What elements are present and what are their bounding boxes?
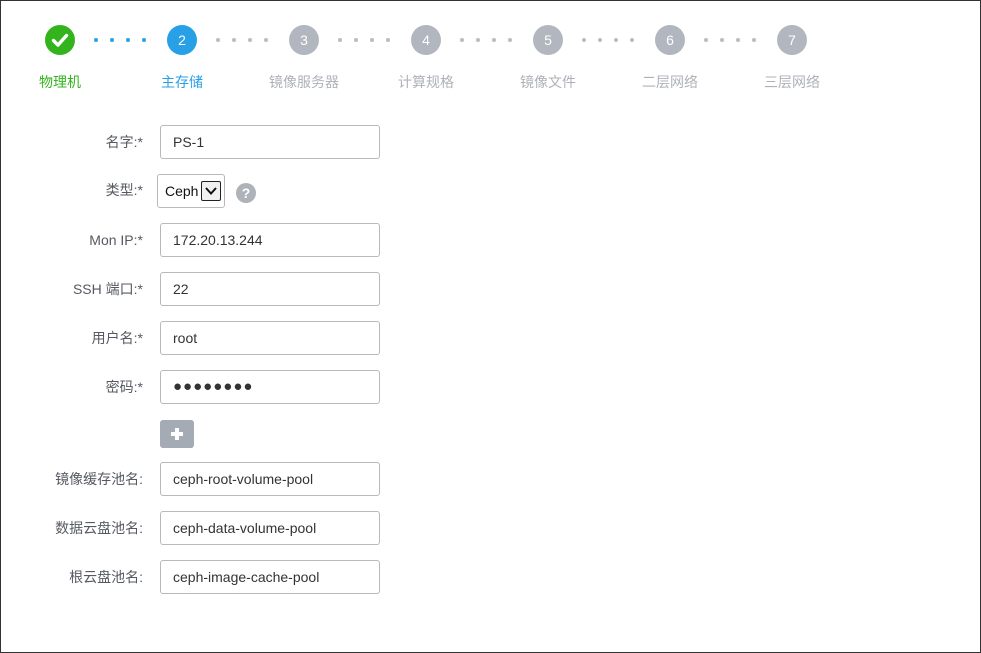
mon-ip-label: Mon IP:* [89,232,143,248]
type-select-value: Ceph [165,183,199,199]
step-3-circle: 3 [289,25,319,55]
root-volume-pool-row: 根云盘池名: [1,560,601,594]
step-5-circle: 5 [533,25,563,55]
step-4-compute-offering[interactable]: 4 计算规格 [365,25,487,92]
step-3-label: 镜像服务器 [269,74,339,90]
username-row: 用户名:* [1,321,601,355]
name-label: 名字:* [105,134,143,150]
step-7-label: 三层网络 [764,74,820,90]
step-5-label: 镜像文件 [520,74,576,90]
step-7-circle: 7 [777,25,807,55]
password-label: 密码:* [105,379,143,395]
mon-ip-row: Mon IP:* [1,223,601,257]
username-label: 用户名:* [91,330,143,346]
step-4-label: 计算规格 [398,74,454,90]
required-mark: * [137,232,143,248]
type-label: 类型:* [105,182,143,198]
password-row: 密码:* ●●●●●●●● [1,370,601,404]
image-cache-pool-input[interactable] [160,462,380,496]
ssh-port-input[interactable] [160,272,380,306]
wizard-window: 物理机 2 主存储 3 镜像服务器 4 计算规格 5 镜像文件 6 二层网络 7 [0,0,981,653]
root-volume-pool-input[interactable] [160,560,380,594]
image-cache-pool-label: 镜像缓存池名: [55,471,143,487]
step-5-image-file[interactable]: 5 镜像文件 [487,25,609,92]
step-7-l3-network[interactable]: 7 三层网络 [731,25,853,92]
step-6-l2-network[interactable]: 6 二层网络 [609,25,731,92]
chevron-down-icon [201,181,221,201]
data-volume-pool-input[interactable] [160,511,380,545]
image-cache-pool-row: 镜像缓存池名: [1,462,601,496]
check-icon [51,33,69,47]
step-2-circle: 2 [167,25,197,55]
step-1-physical-host[interactable]: 物理机 [0,25,121,92]
step-1-circle [45,25,75,55]
step-6-circle: 6 [655,25,685,55]
step-2-label: 主存储 [161,74,203,90]
required-mark: * [137,330,143,346]
name-input[interactable] [160,125,380,159]
type-select[interactable]: Ceph [157,174,225,208]
question-circle-icon[interactable]: ? [236,183,256,203]
step-3-image-server[interactable]: 3 镜像服务器 [243,25,365,92]
username-input[interactable] [160,321,380,355]
step-4-circle: 4 [411,25,441,55]
add-mon-ip-button[interactable] [160,420,194,448]
password-input[interactable]: ●●●●●●●● [160,370,380,404]
required-mark: * [137,134,143,150]
ssh-port-label: SSH 端口:* [72,281,143,297]
mon-ip-input[interactable] [160,223,380,257]
type-row: 类型:* Ceph ? [1,174,601,208]
data-volume-pool-row: 数据云盘池名: [1,511,601,545]
root-volume-pool-label: 根云盘池名: [69,569,143,585]
step-2-primary-storage[interactable]: 2 主存储 [121,25,243,92]
required-mark: * [137,281,143,297]
data-volume-pool-label: 数据云盘池名: [55,520,143,536]
required-mark: * [137,182,143,198]
step-6-label: 二层网络 [642,74,698,90]
name-row: 名字:* [1,125,601,159]
required-mark: * [137,379,143,395]
step-1-label: 物理机 [39,74,81,90]
ssh-port-row: SSH 端口:* [1,272,601,306]
